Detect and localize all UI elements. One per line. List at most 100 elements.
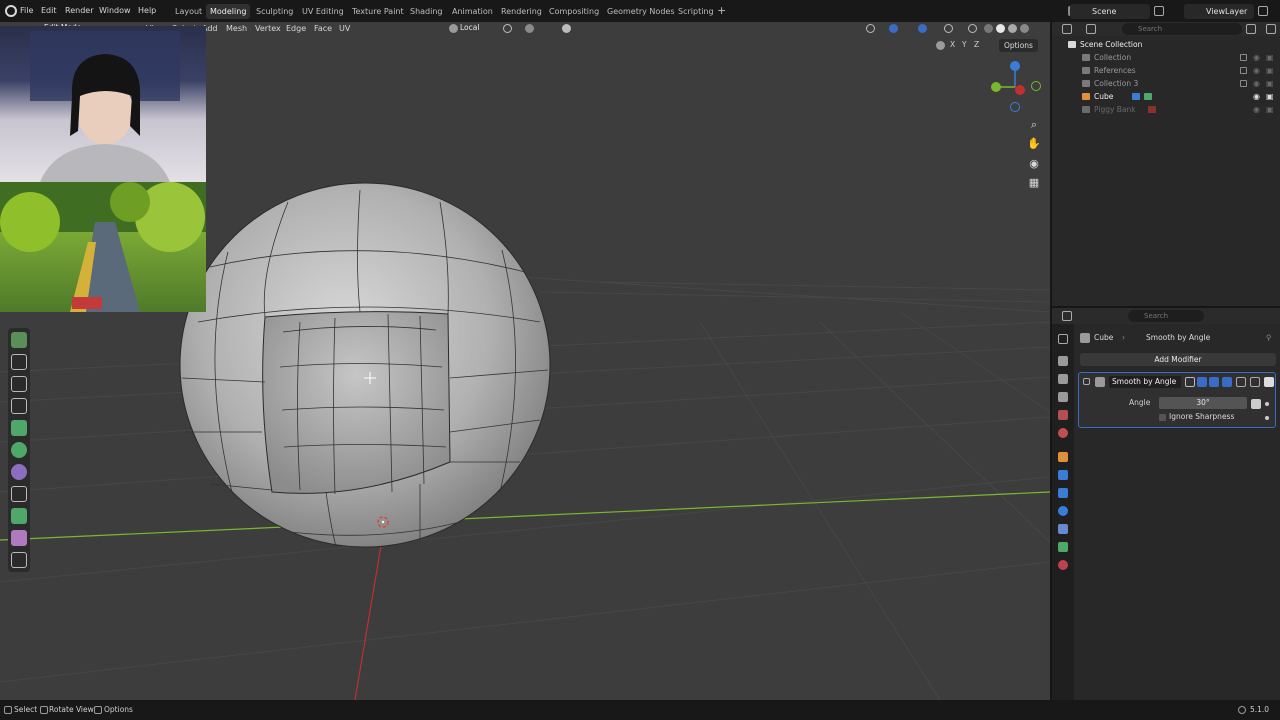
render-camera-icon[interactable]: ▣	[1266, 66, 1274, 75]
snap-icon[interactable]	[525, 24, 534, 33]
render-toggle-icon[interactable]	[1222, 377, 1232, 387]
menu-uv[interactable]: UV	[339, 23, 350, 34]
tab-animation[interactable]: Animation	[448, 4, 497, 19]
viewport-toggle-icon[interactable]	[1209, 377, 1219, 387]
tab-sculpting[interactable]: Sculpting	[252, 4, 297, 19]
keyframe-dot-icon[interactable]	[1265, 402, 1269, 406]
pan-hand-icon[interactable]: ✋	[1024, 135, 1044, 153]
view-layer-selector[interactable]: ViewLayer	[1184, 4, 1254, 19]
visibility-eye-icon[interactable]: ◉	[1253, 79, 1260, 88]
camera-view-icon[interactable]: ◉	[1024, 155, 1044, 173]
menu-edit[interactable]: Edit	[41, 0, 57, 22]
rendered-shading-icon[interactable]	[1020, 24, 1029, 33]
menu-window[interactable]: Window	[99, 0, 131, 22]
tab-layout[interactable]: Layout	[171, 4, 206, 19]
tool-tab-icon[interactable]	[1058, 334, 1068, 344]
tab-rendering[interactable]: Rendering	[497, 4, 546, 19]
shrink-fatten-tool-icon[interactable]	[11, 530, 27, 546]
render-camera-icon[interactable]: ▣	[1266, 105, 1274, 114]
tab-geometry-nodes[interactable]: Geometry Nodes	[603, 4, 678, 19]
wireframe-shading-icon[interactable]	[984, 24, 993, 33]
physics-tab-icon[interactable]	[1058, 506, 1068, 516]
outliner-item-references[interactable]: References ◉ ▣	[1052, 64, 1280, 77]
menu-file[interactable]: File	[20, 0, 33, 22]
outliner-item-collection-3[interactable]: Collection 3 ◉ ▣	[1052, 77, 1280, 90]
pin-modifier-icon[interactable]	[1264, 377, 1274, 387]
output-tab-icon[interactable]	[1058, 374, 1068, 384]
edge-slide-tool-icon[interactable]	[11, 508, 27, 524]
outliner-search-input[interactable]: Search	[1122, 23, 1242, 35]
zoom-icon[interactable]: ⌕	[1024, 116, 1044, 134]
spin-tool-icon[interactable]	[11, 464, 27, 480]
mesh-data-icon[interactable]	[1144, 93, 1152, 100]
mirror-z-toggle[interactable]: Z	[974, 40, 979, 49]
material-tab-icon[interactable]	[1058, 560, 1068, 570]
data-tab-icon[interactable]	[1058, 542, 1068, 552]
transform-orientation-selector[interactable]: Local	[456, 22, 483, 34]
editor-type-icon[interactable]	[1062, 24, 1072, 34]
poly-build-tool-icon[interactable]	[11, 442, 27, 458]
solid-shading-icon[interactable]	[996, 24, 1005, 33]
modifier-wrench-icon[interactable]	[1132, 93, 1140, 100]
modifier-tab-icon[interactable]	[1058, 470, 1068, 480]
toggle-perspective-icon[interactable]: ▦	[1024, 174, 1044, 192]
edit-mode-toggle-icon[interactable]	[1185, 377, 1195, 387]
xray-icon[interactable]	[944, 24, 953, 33]
menu-face[interactable]: Face	[314, 23, 332, 34]
options-button[interactable]: Options	[999, 39, 1038, 52]
keyframe-dot-icon[interactable]	[1265, 416, 1269, 420]
menu-render[interactable]: Render	[65, 0, 93, 22]
dropdown-chevron-icon[interactable]	[1236, 377, 1246, 387]
exclude-checkbox[interactable]	[1240, 80, 1247, 87]
input-attribute-toggle-icon[interactable]	[1251, 399, 1261, 409]
filter-icon[interactable]	[1246, 24, 1256, 34]
menu-mesh[interactable]: Mesh	[226, 23, 247, 34]
editor-type-icon[interactable]	[1062, 311, 1072, 321]
extrude-tool-icon[interactable]	[11, 332, 27, 348]
constraints-tab-icon[interactable]	[1058, 524, 1068, 534]
outliner-scene-collection[interactable]: Scene Collection	[1052, 38, 1280, 51]
render-camera-icon[interactable]: ▣	[1266, 92, 1274, 101]
display-mode-icon[interactable]	[1086, 24, 1096, 34]
visibility-eye-icon[interactable]: ◉	[1253, 66, 1260, 75]
modifier-name-field[interactable]: Smooth by Angle	[1109, 376, 1181, 388]
knife-tool-icon[interactable]	[11, 420, 27, 436]
visibility-icon[interactable]	[866, 24, 875, 33]
toggle-xray-icon[interactable]	[968, 24, 977, 33]
overlay-toggle-icon[interactable]	[918, 24, 927, 33]
on-cage-toggle-icon[interactable]	[1197, 377, 1207, 387]
view-layer-tab-icon[interactable]	[1058, 392, 1068, 402]
proportional-edit-icon[interactable]	[562, 24, 571, 33]
scene-tab-icon[interactable]	[1058, 410, 1068, 420]
new-view-layer-icon[interactable]	[1258, 6, 1268, 16]
visibility-eye-icon[interactable]: ◉	[1253, 92, 1260, 101]
world-tab-icon[interactable]	[1058, 428, 1068, 438]
properties-search-input[interactable]: Search	[1128, 310, 1204, 322]
pin-icon[interactable]: ⚲	[1266, 332, 1272, 344]
angle-value-field[interactable]: 30°	[1159, 397, 1247, 409]
particles-tab-icon[interactable]	[1058, 488, 1068, 498]
tab-shading[interactable]: Shading	[406, 4, 447, 19]
tab-compositing[interactable]: Compositing	[545, 4, 603, 19]
menu-help[interactable]: Help	[138, 0, 156, 22]
menu-edge[interactable]: Edge	[286, 23, 306, 34]
scene-selector[interactable]: Scene	[1070, 4, 1150, 19]
outliner-item-cube[interactable]: Cube ◉ ▣	[1052, 90, 1280, 103]
pivot-icon[interactable]	[503, 24, 512, 33]
render-camera-icon[interactable]: ▣	[1266, 53, 1274, 62]
visibility-eye-icon[interactable]: ◉	[1253, 105, 1260, 114]
render-camera-icon[interactable]: ▣	[1266, 79, 1274, 88]
loop-cut-tool-icon[interactable]	[11, 398, 27, 414]
tab-modeling[interactable]: Modeling	[206, 4, 251, 19]
menu-vertex[interactable]: Vertex	[255, 23, 281, 34]
bevel-tool-icon[interactable]	[11, 376, 27, 392]
outliner-item-collection[interactable]: Collection ◉ ▣	[1052, 51, 1280, 64]
ignore-sharpness-checkbox[interactable]	[1159, 414, 1166, 421]
object-tab-icon[interactable]	[1058, 452, 1068, 462]
inset-tool-icon[interactable]	[11, 354, 27, 370]
tab-scripting[interactable]: Scripting	[674, 4, 718, 19]
visibility-eye-icon[interactable]: ◉	[1253, 53, 1260, 62]
tab-uv-editing[interactable]: UV Editing	[298, 4, 348, 19]
blender-logo-icon[interactable]	[5, 5, 17, 17]
outliner-item-piggy-bank[interactable]: Piggy Bank ◉ ▣	[1052, 103, 1280, 116]
